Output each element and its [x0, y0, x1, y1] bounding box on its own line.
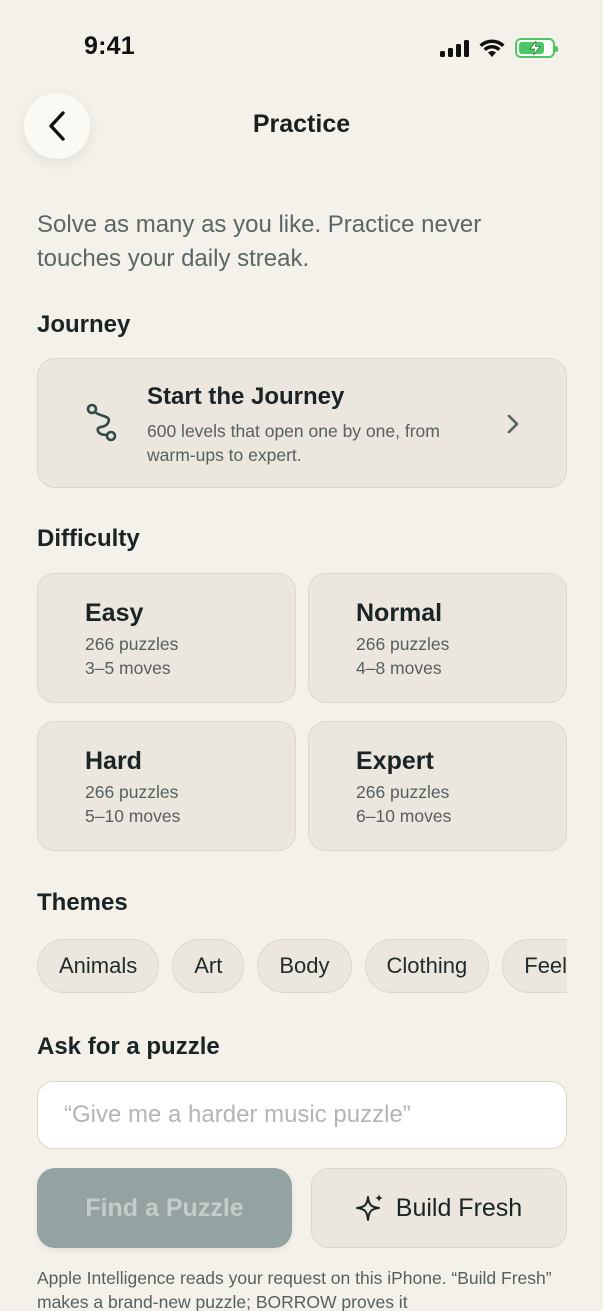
- find-puzzle-button[interactable]: Find a Puzzle: [37, 1168, 292, 1248]
- status-time: 9:41: [84, 32, 135, 60]
- cellular-signal-icon: [440, 39, 469, 57]
- journey-subtitle: 600 levels that open one by one, from wa…: [147, 421, 440, 465]
- journey-card[interactable]: Start the Journey 600 levels that open o…: [37, 358, 567, 488]
- ai-disclaimer-text: Apple Intelligence reads your request on…: [37, 1268, 552, 1311]
- theme-chip-art[interactable]: Art: [172, 939, 245, 993]
- ask-heading: Ask for a puzzle: [37, 1033, 220, 1060]
- intro-text: Solve as many as you like. Practice neve…: [37, 211, 482, 272]
- page-title: Practice: [252, 110, 351, 138]
- status-icons: [440, 38, 558, 58]
- wifi-icon: [479, 38, 505, 57]
- difficulty-title: Hard: [85, 747, 142, 775]
- theme-chip-feelings[interactable]: Feelings: [502, 939, 567, 993]
- theme-chip-clothing[interactable]: Clothing: [364, 939, 490, 993]
- difficulty-title: Normal: [356, 599, 443, 627]
- difficulty-heading: Difficulty: [37, 525, 140, 552]
- build-fresh-label: Build Fresh: [395, 1193, 523, 1222]
- difficulty-move-range: 4–8 moves: [356, 658, 442, 678]
- battery-charging-icon: [515, 38, 558, 58]
- difficulty-move-range: 6–10 moves: [356, 806, 452, 826]
- difficulty-card-normal[interactable]: Normal 266 puzzles 4–8 moves: [308, 573, 567, 703]
- chevron-right-icon: [507, 414, 519, 434]
- journey-title: Start the Journey: [147, 383, 345, 410]
- theme-chip-animals[interactable]: Animals: [37, 939, 160, 993]
- puzzle-request-input[interactable]: [37, 1081, 567, 1149]
- theme-chip-body[interactable]: Body: [257, 939, 352, 993]
- sparkles-icon: [355, 1194, 383, 1221]
- difficulty-puzzle-count: 266 puzzles: [356, 782, 450, 802]
- difficulty-move-range: 5–10 moves: [85, 806, 181, 826]
- difficulty-puzzle-count: 266 puzzles: [85, 782, 179, 802]
- difficulty-card-hard[interactable]: Hard 266 puzzles 5–10 moves: [37, 721, 296, 851]
- journey-heading: Journey: [37, 311, 131, 338]
- difficulty-puzzle-count: 266 puzzles: [85, 634, 179, 654]
- themes-scroller[interactable]: Animals Art Body Clothing Feelings: [37, 939, 567, 995]
- themes-heading: Themes: [37, 889, 128, 916]
- difficulty-title: Easy: [85, 599, 144, 627]
- route-path-icon: [86, 403, 117, 442]
- difficulty-card-expert[interactable]: Expert 266 puzzles 6–10 moves: [308, 721, 567, 851]
- difficulty-title: Expert: [356, 747, 434, 775]
- difficulty-move-range: 3–5 moves: [85, 658, 171, 678]
- difficulty-card-easy[interactable]: Easy 266 puzzles 3–5 moves: [37, 573, 296, 703]
- difficulty-puzzle-count: 266 puzzles: [356, 634, 450, 654]
- status-bar: 9:41: [0, 0, 603, 96]
- build-fresh-button[interactable]: Build Fresh: [311, 1168, 567, 1248]
